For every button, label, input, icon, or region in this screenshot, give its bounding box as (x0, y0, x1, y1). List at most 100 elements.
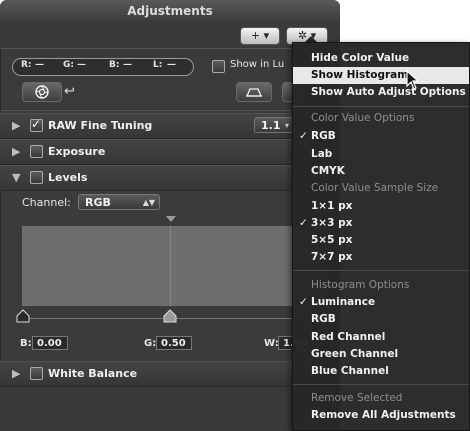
menu-item-label: CMYK (311, 165, 345, 177)
disclosure-right-icon[interactable]: ▶ (12, 145, 20, 158)
menu-item-label: Luminance (311, 296, 376, 308)
black-point-label: B: (20, 338, 32, 349)
panel-title: Adjustments (127, 4, 213, 18)
menu-item-show-auto-adjust-options[interactable]: Show Auto Adjust Options (293, 84, 469, 101)
white-balance-label: White Balance (48, 367, 138, 380)
menu-item-label: Remove All Adjustments (311, 409, 456, 421)
menu-item-remove-selected-disabled: Remove Selected (311, 392, 403, 404)
red-value: — (35, 60, 44, 70)
checkmark-icon: ✓ (31, 117, 42, 131)
mouse-pointer-icon (406, 70, 420, 90)
white-balance-row[interactable]: ▶ White Balance (0, 361, 340, 387)
panel-footer (0, 388, 340, 431)
color-value-options-header: Color Value Options (311, 112, 415, 124)
gear-dropdown-menu: Hide Color Value Show Histogram Show Aut… (292, 42, 470, 431)
red-label: R: (21, 60, 32, 70)
gray-point-handle[interactable] (163, 309, 177, 323)
menu-item-histogram-rgb[interactable]: RGB (293, 311, 469, 328)
menu-item-cmyk[interactable]: CMYK (293, 163, 469, 180)
menu-item-label: Red Channel (311, 331, 386, 343)
checkmark-icon: ✓ (299, 296, 308, 308)
raw-fine-tuning-label: RAW Fine Tuning (48, 119, 153, 132)
sample-size-header: Color Value Sample Size (311, 182, 439, 194)
menu-item-label: Lab (311, 148, 333, 160)
raw-fine-tuning-row[interactable]: ▶ ✓ RAW Fine Tuning 1.1 ▾ (0, 113, 340, 139)
menu-item-label: Show Auto Adjust Options (311, 86, 466, 98)
add-adjustment-button[interactable]: + ▾ (240, 27, 280, 45)
white-point-label: W: (264, 338, 279, 349)
menu-item-label: 5×5 px (311, 234, 353, 246)
midpoint-guide (170, 226, 171, 306)
gray-point-label: G: (144, 338, 157, 349)
histogram-options-header: Histogram Options (311, 279, 410, 291)
menu-item-blue-channel[interactable]: Blue Channel (293, 363, 469, 380)
luminance-value: — (167, 60, 176, 70)
menu-item-label: Green Channel (311, 348, 399, 360)
menu-item-remove-all-adjustments[interactable]: Remove All Adjustments (293, 407, 469, 424)
menu-item-red-channel[interactable]: Red Channel (293, 329, 469, 346)
menu-separator (293, 384, 469, 385)
menu-item-7x7[interactable]: 7×7 px (293, 249, 469, 266)
menu-item-label: 1×1 px (311, 200, 353, 212)
menu-item-luminance[interactable]: ✓ Luminance (293, 294, 469, 311)
levels-histogram (22, 226, 328, 306)
green-value: — (77, 60, 86, 70)
menu-item-3x3[interactable]: ✓ 3×3 px (293, 215, 469, 232)
exposure-label: Exposure (48, 145, 106, 158)
exposure-row[interactable]: ▶ Exposure (0, 139, 340, 165)
raw-fine-tuning-checkbox[interactable]: ✓ (30, 117, 43, 132)
show-in-checkbox[interactable] (212, 60, 225, 73)
checkmark-icon: ✓ (299, 130, 308, 142)
menu-item-5x5[interactable]: 5×5 px (293, 232, 469, 249)
levels-label: Levels (48, 171, 88, 184)
title-bar[interactable]: Adjustments (0, 0, 340, 23)
channel-select[interactable]: RGB ▲▼ (78, 194, 160, 210)
channel-label: Channel: (22, 196, 71, 209)
blue-value: — (123, 60, 132, 70)
auto-levels-icon (246, 88, 262, 97)
color-value-readout: R: — G: — B: — L: — (12, 58, 194, 76)
checkmark-icon: ✓ (299, 217, 308, 229)
menu-item-hide-color-value[interactable]: Hide Color Value (293, 50, 469, 67)
menu-item-label: Blue Channel (311, 365, 389, 377)
channel-value: RGB (85, 196, 111, 209)
levels-row[interactable]: ▼ Levels (0, 165, 340, 191)
menu-item-label: Hide Color Value (311, 52, 410, 64)
disclosure-right-icon[interactable]: ▶ (12, 119, 20, 132)
menu-item-label: Show Histogram (311, 69, 409, 81)
menu-item-lab[interactable]: Lab (293, 146, 469, 163)
disclosure-down-icon[interactable]: ▼ (12, 171, 20, 184)
menu-item-show-histogram[interactable]: Show Histogram (293, 67, 469, 84)
luminance-label: L: (153, 60, 163, 70)
eyedropper-button[interactable] (22, 82, 62, 102)
aperture-icon (35, 85, 49, 99)
menu-item-rgb-color[interactable]: ✓ RGB (293, 128, 469, 145)
chevron-updown-icon: ▾ (284, 121, 289, 130)
black-point-field[interactable]: 0.00 (32, 336, 68, 350)
white-balance-checkbox[interactable] (30, 367, 43, 380)
menu-item-label: 7×7 px (311, 251, 353, 263)
levels-checkbox[interactable] (30, 171, 43, 184)
exposure-checkbox[interactable] (30, 145, 43, 158)
auto-adjust-button[interactable] (236, 82, 272, 102)
raw-version-select[interactable]: 1.1 ▾ (254, 117, 294, 133)
panel-toolbar: + ▾ ✲ ▾ (0, 22, 340, 48)
divider (0, 48, 340, 49)
menu-item-1x1[interactable]: 1×1 px (293, 198, 469, 215)
gamma-marker-icon (166, 216, 176, 222)
menu-separator (293, 270, 469, 271)
chevron-updown-icon: ▲▼ (142, 198, 155, 207)
black-point-handle[interactable] (16, 309, 30, 323)
menu-separator (293, 106, 469, 107)
green-label: G: (63, 60, 74, 70)
adjustments-panel: Adjustments + ▾ ✲ ▾ R: — G: — B: — L: — … (0, 0, 340, 431)
undo-arrow-icon[interactable]: ↩ (64, 84, 75, 99)
blue-label: B: (109, 60, 120, 70)
menu-item-label: RGB (311, 130, 336, 142)
gray-point-field[interactable]: 0.50 (156, 336, 192, 350)
raw-version-value: 1.1 (261, 119, 281, 132)
menu-item-label: 3×3 px (311, 217, 353, 229)
disclosure-right-icon[interactable]: ▶ (12, 367, 20, 380)
show-in-label: Show in Lu (230, 59, 285, 70)
menu-item-green-channel[interactable]: Green Channel (293, 346, 469, 363)
